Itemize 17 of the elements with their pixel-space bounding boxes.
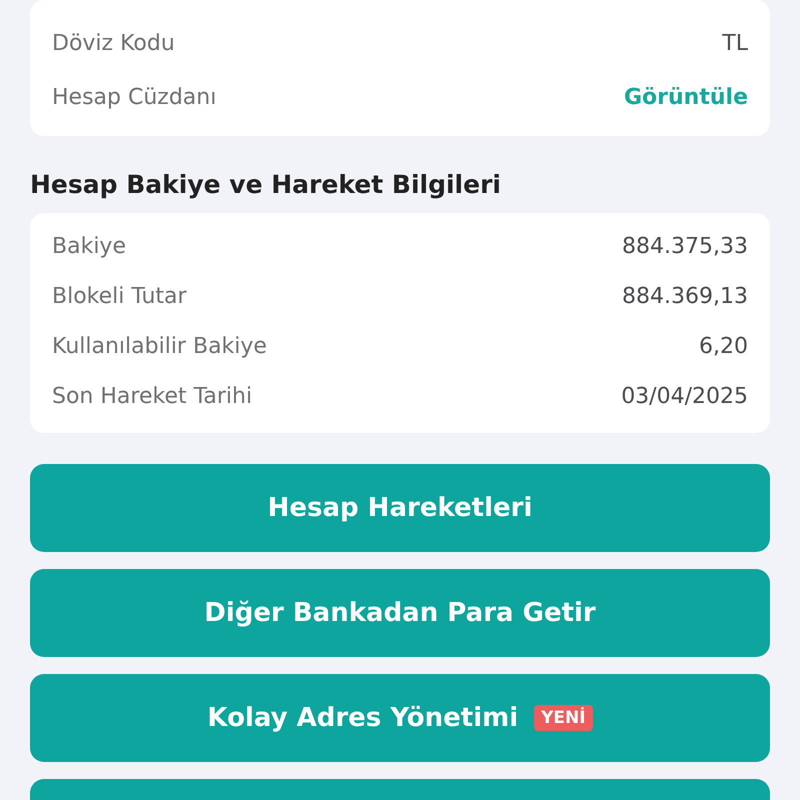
new-badge: YENİ [534, 705, 593, 731]
row-value: 03/04/2025 [621, 384, 748, 408]
row-label: Hesap Cüzdanı [52, 84, 216, 110]
view-link[interactable]: Görüntüle [624, 84, 748, 110]
row-label: Bakiye [52, 234, 126, 258]
row-value: 884.369,13 [622, 284, 748, 308]
section-title: Hesap Bakiye ve Hareket Bilgileri [30, 170, 502, 199]
row-value: 6,20 [699, 334, 748, 358]
row-value: 884.375,33 [622, 234, 748, 258]
action-button[interactable]: Kolay Adres Yönetimi YENİ [30, 674, 770, 762]
action-button[interactable]: Hesap Hareketleri [30, 464, 770, 552]
row-label: Kullanılabilir Bakiye [52, 334, 267, 358]
action-button[interactable]: Diğer Bankadan Para Getir [30, 569, 770, 657]
row-label: Son Hareket Tarihi [52, 384, 252, 408]
row-label: Blokeli Tutar [52, 284, 187, 308]
row-label: Döviz Kodu [52, 30, 175, 56]
row-value: TL [722, 30, 748, 56]
